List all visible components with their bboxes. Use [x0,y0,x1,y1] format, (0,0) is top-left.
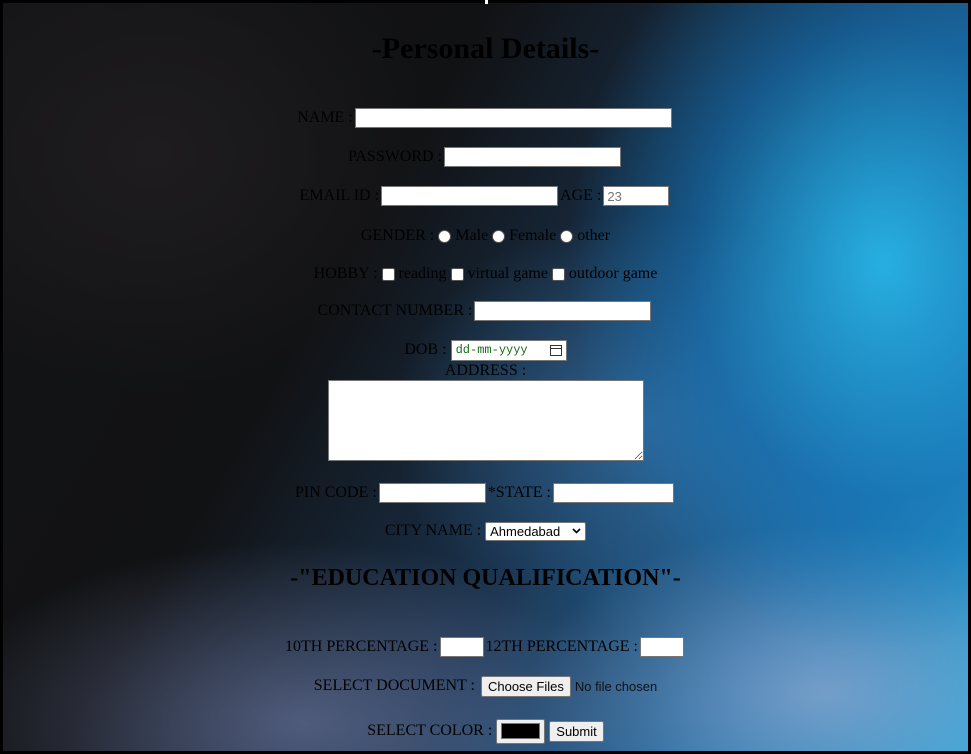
name-row: NAME : [0,107,971,129]
color-swatch [501,723,541,739]
age-input[interactable] [603,186,670,206]
pin-label: PIN CODE : [295,484,377,501]
dob-row: DOB : dd-mm-yyyy [0,339,971,361]
name-label: NAME : [297,109,353,126]
color-submit-row: SELECT COLOR : Submit [0,718,971,744]
city-select[interactable]: Ahmedabad [485,521,587,541]
education-title: -"EDUCATION QUALIFICATION"- [290,565,681,591]
color-picker[interactable] [496,718,546,744]
contact-row: CONTACT NUMBER : [0,300,971,322]
password-label: PASSWORD : [347,148,443,165]
password-row: PASSWORD : [0,146,971,168]
tenth-percentage-input[interactable] [439,637,484,657]
gender-label: GENDER : [360,227,435,244]
hobby-label: HOBBY : [313,265,378,282]
pin-input[interactable] [378,483,486,503]
gender-row: GENDER : Male Female other [0,225,971,247]
address-label-row: ADDRESS : [0,362,971,380]
document-row: SELECT DOCUMENT : Choose Files No file c… [0,675,971,697]
top-marker [485,0,488,4]
hobby-label-reading: reading [398,265,447,282]
percentage-row: 10TH PERCENTAGE : 12TH PERCENTAGE : [0,636,971,658]
address-row [0,380,971,461]
page-title: -Personal Details- [371,32,600,65]
gender-label-female: Female [509,227,557,244]
document-label: SELECT DOCUMENT : [313,677,475,694]
pin-state-row: PIN CODE : *STATE : [0,482,971,504]
email-age-row: EMAIL ID : AGE : [0,185,971,207]
hobby-checkbox-virtual-game[interactable] [450,267,464,281]
dob-placeholder: dd-mm-yyyy [455,343,528,357]
submit-button[interactable]: Submit [549,720,604,742]
gender-radio-female[interactable] [492,229,506,243]
state-input[interactable] [552,483,674,503]
dob-input[interactable]: dd-mm-yyyy [450,339,567,361]
calendar-icon[interactable] [549,344,562,356]
hobby-label-virtual-game: virtual game [467,265,548,282]
name-input[interactable] [354,108,672,128]
gender-label-male: Male [455,227,489,244]
hobby-label-outdoor-game: outdoor game [568,265,658,282]
personal-details-heading: -Personal Details- [0,32,971,66]
tenth-percentage-label: 10TH PERCENTAGE : [285,638,438,655]
email-input[interactable] [381,186,559,206]
hobby-checkbox-outdoor-game[interactable] [551,267,565,281]
contact-label: CONTACT NUMBER : [317,302,473,319]
state-label: *STATE : [487,484,551,501]
twelfth-percentage-label: 12TH PERCENTAGE : [485,638,639,655]
hobby-checkbox-reading[interactable] [381,267,395,281]
chevron-down-icon [572,528,581,534]
no-file-text: No file chosen [574,678,658,694]
gender-radio-other[interactable] [560,229,574,243]
gender-label-other: other [577,227,611,244]
email-label: EMAIL ID : [299,187,380,204]
address-label: ADDRESS : [444,362,527,379]
color-label: SELECT COLOR : [367,722,493,739]
hobby-row: HOBBY : reading virtual game outdoor gam… [0,263,971,285]
education-heading: -"EDUCATION QUALIFICATION"- [0,565,971,592]
password-input[interactable] [444,147,622,167]
address-textarea[interactable] [327,380,644,461]
dob-label: DOB : [404,341,447,358]
choose-files-button[interactable]: Choose Files [480,675,571,697]
city-row: CITY NAME : Ahmedabad [0,520,971,542]
gender-radio-male[interactable] [438,229,452,243]
twelfth-percentage-input[interactable] [640,637,684,657]
city-selected-value: Ahmedabad [490,523,561,539]
age-label: AGE : [560,187,602,204]
contact-input[interactable] [474,301,652,321]
city-label: CITY NAME : [384,522,482,539]
